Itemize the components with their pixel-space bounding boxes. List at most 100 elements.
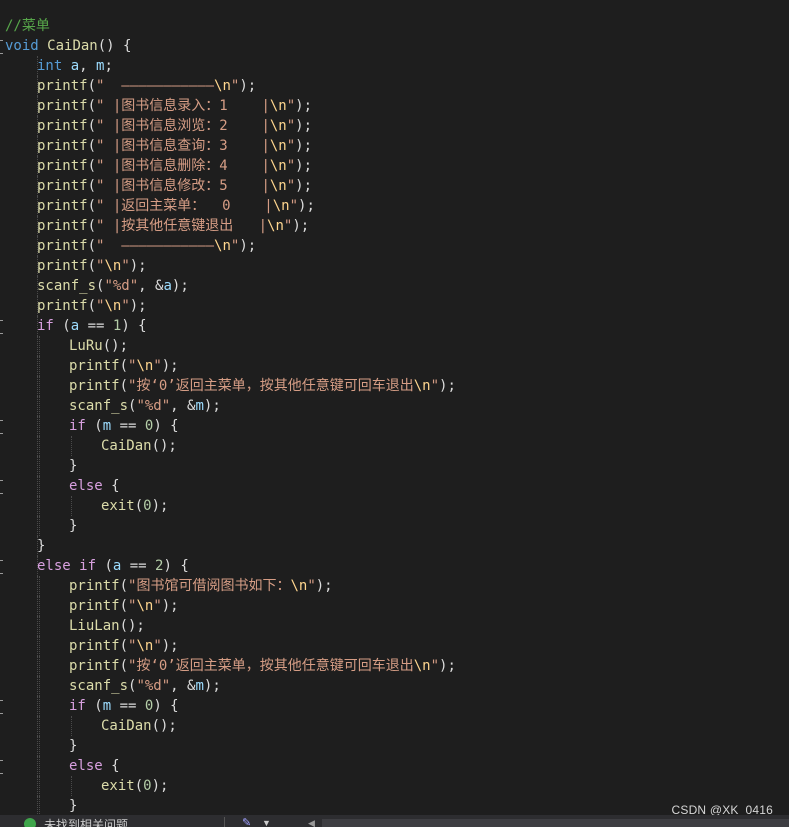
indent-guide [39, 476, 40, 496]
indent-guide [39, 776, 40, 796]
code-line[interactable]: printf(" |返回主菜单： 0 |\n"); [0, 196, 789, 216]
code-line-content: CaiDan(); [101, 436, 177, 456]
code-token: " |图书信息浏览：2 | [96, 118, 270, 134]
code-line-content: exit(0); [101, 496, 168, 516]
fold-marker-icon[interactable] [0, 700, 3, 714]
code-token: ); [161, 638, 179, 654]
code-line[interactable]: CaiDan(); [0, 716, 789, 736]
code-line-content: scanf_s("%d", &m); [69, 396, 221, 416]
code-token: ); [292, 218, 310, 234]
code-line[interactable]: } [0, 736, 789, 756]
code-token: ); [239, 238, 257, 254]
code-line[interactable]: //菜单 [0, 16, 789, 36]
code-line[interactable]: scanf_s("%d", &m); [0, 676, 789, 696]
code-token: (); [119, 618, 145, 634]
code-line[interactable]: else { [0, 756, 789, 776]
code-line[interactable]: printf("\n"); [0, 296, 789, 316]
code-line[interactable]: printf("按‘0’返回主菜单，按其他任意键可回车退出\n"); [0, 376, 789, 396]
indent-guide [39, 516, 40, 536]
code-line[interactable]: printf("\n"); [0, 356, 789, 376]
code-token: printf [69, 358, 120, 374]
code-token: LiuLan [69, 618, 120, 634]
code-token: == [121, 558, 156, 574]
code-line[interactable]: if (a == 1) { [0, 316, 789, 336]
code-line[interactable]: printf(" |按其他任意键退出 |\n"); [0, 216, 789, 236]
code-line[interactable]: printf(" |图书信息修改：5 |\n"); [0, 176, 789, 196]
fold-marker-icon[interactable] [0, 760, 3, 774]
code-token: ( [87, 178, 97, 194]
fold-marker-icon[interactable] [0, 40, 3, 54]
code-token: printf [69, 658, 120, 674]
code-line[interactable]: exit(0); [0, 776, 789, 796]
fold-marker-icon[interactable] [0, 420, 3, 434]
code-editor[interactable]: //菜单 void CaiDan() {int a, m; printf(" ———… [0, 0, 789, 827]
scroll-left-icon[interactable]: ◀ [308, 818, 315, 827]
code-line-content: if (a == 1) { [37, 316, 147, 336]
code-line-content: else if (a == 2) { [37, 556, 189, 576]
code-line[interactable]: CaiDan(); [0, 436, 789, 456]
code-line[interactable]: int a, m; [0, 56, 789, 76]
code-line[interactable]: printf("图书馆可借阅图书如下：\n"); [0, 576, 789, 596]
code-line[interactable]: LuRu(); [0, 336, 789, 356]
indent-guide [39, 356, 40, 376]
code-line-content: scanf_s("%d", &a); [37, 276, 189, 296]
code-line[interactable]: scanf_s("%d", &m); [0, 396, 789, 416]
code-token: printf [37, 258, 88, 274]
code-line[interactable]: printf(" |图书信息录入：1 |\n"); [0, 96, 789, 116]
fold-marker-icon[interactable] [0, 320, 3, 334]
code-line[interactable]: printf(" |图书信息删除：4 |\n"); [0, 156, 789, 176]
code-line[interactable]: printf("按‘0’返回主菜单，按其他任意键可回车退出\n"); [0, 656, 789, 676]
code-token: ); [161, 598, 179, 614]
code-line[interactable]: printf(" ———————————\n"); [0, 236, 789, 256]
code-area[interactable]: //菜单 void CaiDan() {int a, m; printf(" ———… [0, 16, 789, 816]
fold-marker-icon[interactable] [0, 480, 3, 494]
code-line[interactable]: printf(" |图书信息浏览：2 |\n"); [0, 116, 789, 136]
status-message[interactable]: 未找到相关问题 [44, 818, 128, 827]
code-line[interactable]: exit(0); [0, 496, 789, 516]
code-line[interactable]: printf(" ———————————\n"); [0, 76, 789, 96]
code-token: int [37, 58, 63, 74]
code-token: \n [290, 578, 308, 594]
code-token: " [289, 198, 299, 214]
code-line[interactable]: printf("\n"); [0, 596, 789, 616]
code-line[interactable]: if (m == 0) { [0, 416, 789, 436]
horizontal-scrollbar[interactable] [322, 819, 789, 827]
code-token: , & [138, 278, 164, 294]
code-line[interactable]: void CaiDan() { [0, 36, 789, 56]
fold-marker-icon[interactable] [0, 560, 3, 574]
indent-guide [37, 696, 38, 716]
code-line[interactable]: printf("\n"); [0, 256, 789, 276]
code-line[interactable]: printf("\n"); [0, 636, 789, 656]
indent-guide [37, 716, 38, 736]
code-line[interactable]: printf(" |图书信息查询：3 |\n"); [0, 136, 789, 156]
code-line[interactable]: else { [0, 476, 789, 496]
code-token: " [153, 598, 162, 614]
brush-icon[interactable]: ✎ [242, 818, 256, 827]
indent-guide [37, 496, 38, 516]
code-line[interactable]: } [0, 456, 789, 476]
code-token: ); [295, 118, 313, 134]
code-token: \n [104, 258, 122, 274]
code-token: printf [37, 98, 88, 114]
code-line-content: printf("\n"); [69, 596, 179, 616]
code-line[interactable]: if (m == 0) { [0, 696, 789, 716]
code-line[interactable]: scanf_s("%d", &a); [0, 276, 789, 296]
code-line[interactable]: LiuLan(); [0, 616, 789, 636]
code-token: " ——————————— [96, 78, 215, 94]
code-line-content: } [69, 736, 77, 756]
code-token: ; [104, 58, 113, 74]
code-token: " ——————————— [96, 238, 215, 254]
code-line[interactable]: } [0, 536, 789, 556]
code-token: , & [170, 678, 196, 694]
indent-guide [39, 436, 40, 456]
code-line-content: printf(" |图书信息删除：4 |\n"); [37, 156, 312, 176]
code-token: \n [269, 98, 287, 114]
code-line[interactable]: } [0, 516, 789, 536]
indent-guide [39, 736, 40, 756]
code-line[interactable]: else if (a == 2) { [0, 556, 789, 576]
code-token: ); [161, 358, 179, 374]
chevron-down-icon[interactable]: ▼ [262, 818, 271, 827]
indent-guide [39, 696, 40, 716]
code-line-content: printf("图书馆可借阅图书如下：\n"); [69, 576, 333, 596]
code-token: printf [69, 638, 120, 654]
